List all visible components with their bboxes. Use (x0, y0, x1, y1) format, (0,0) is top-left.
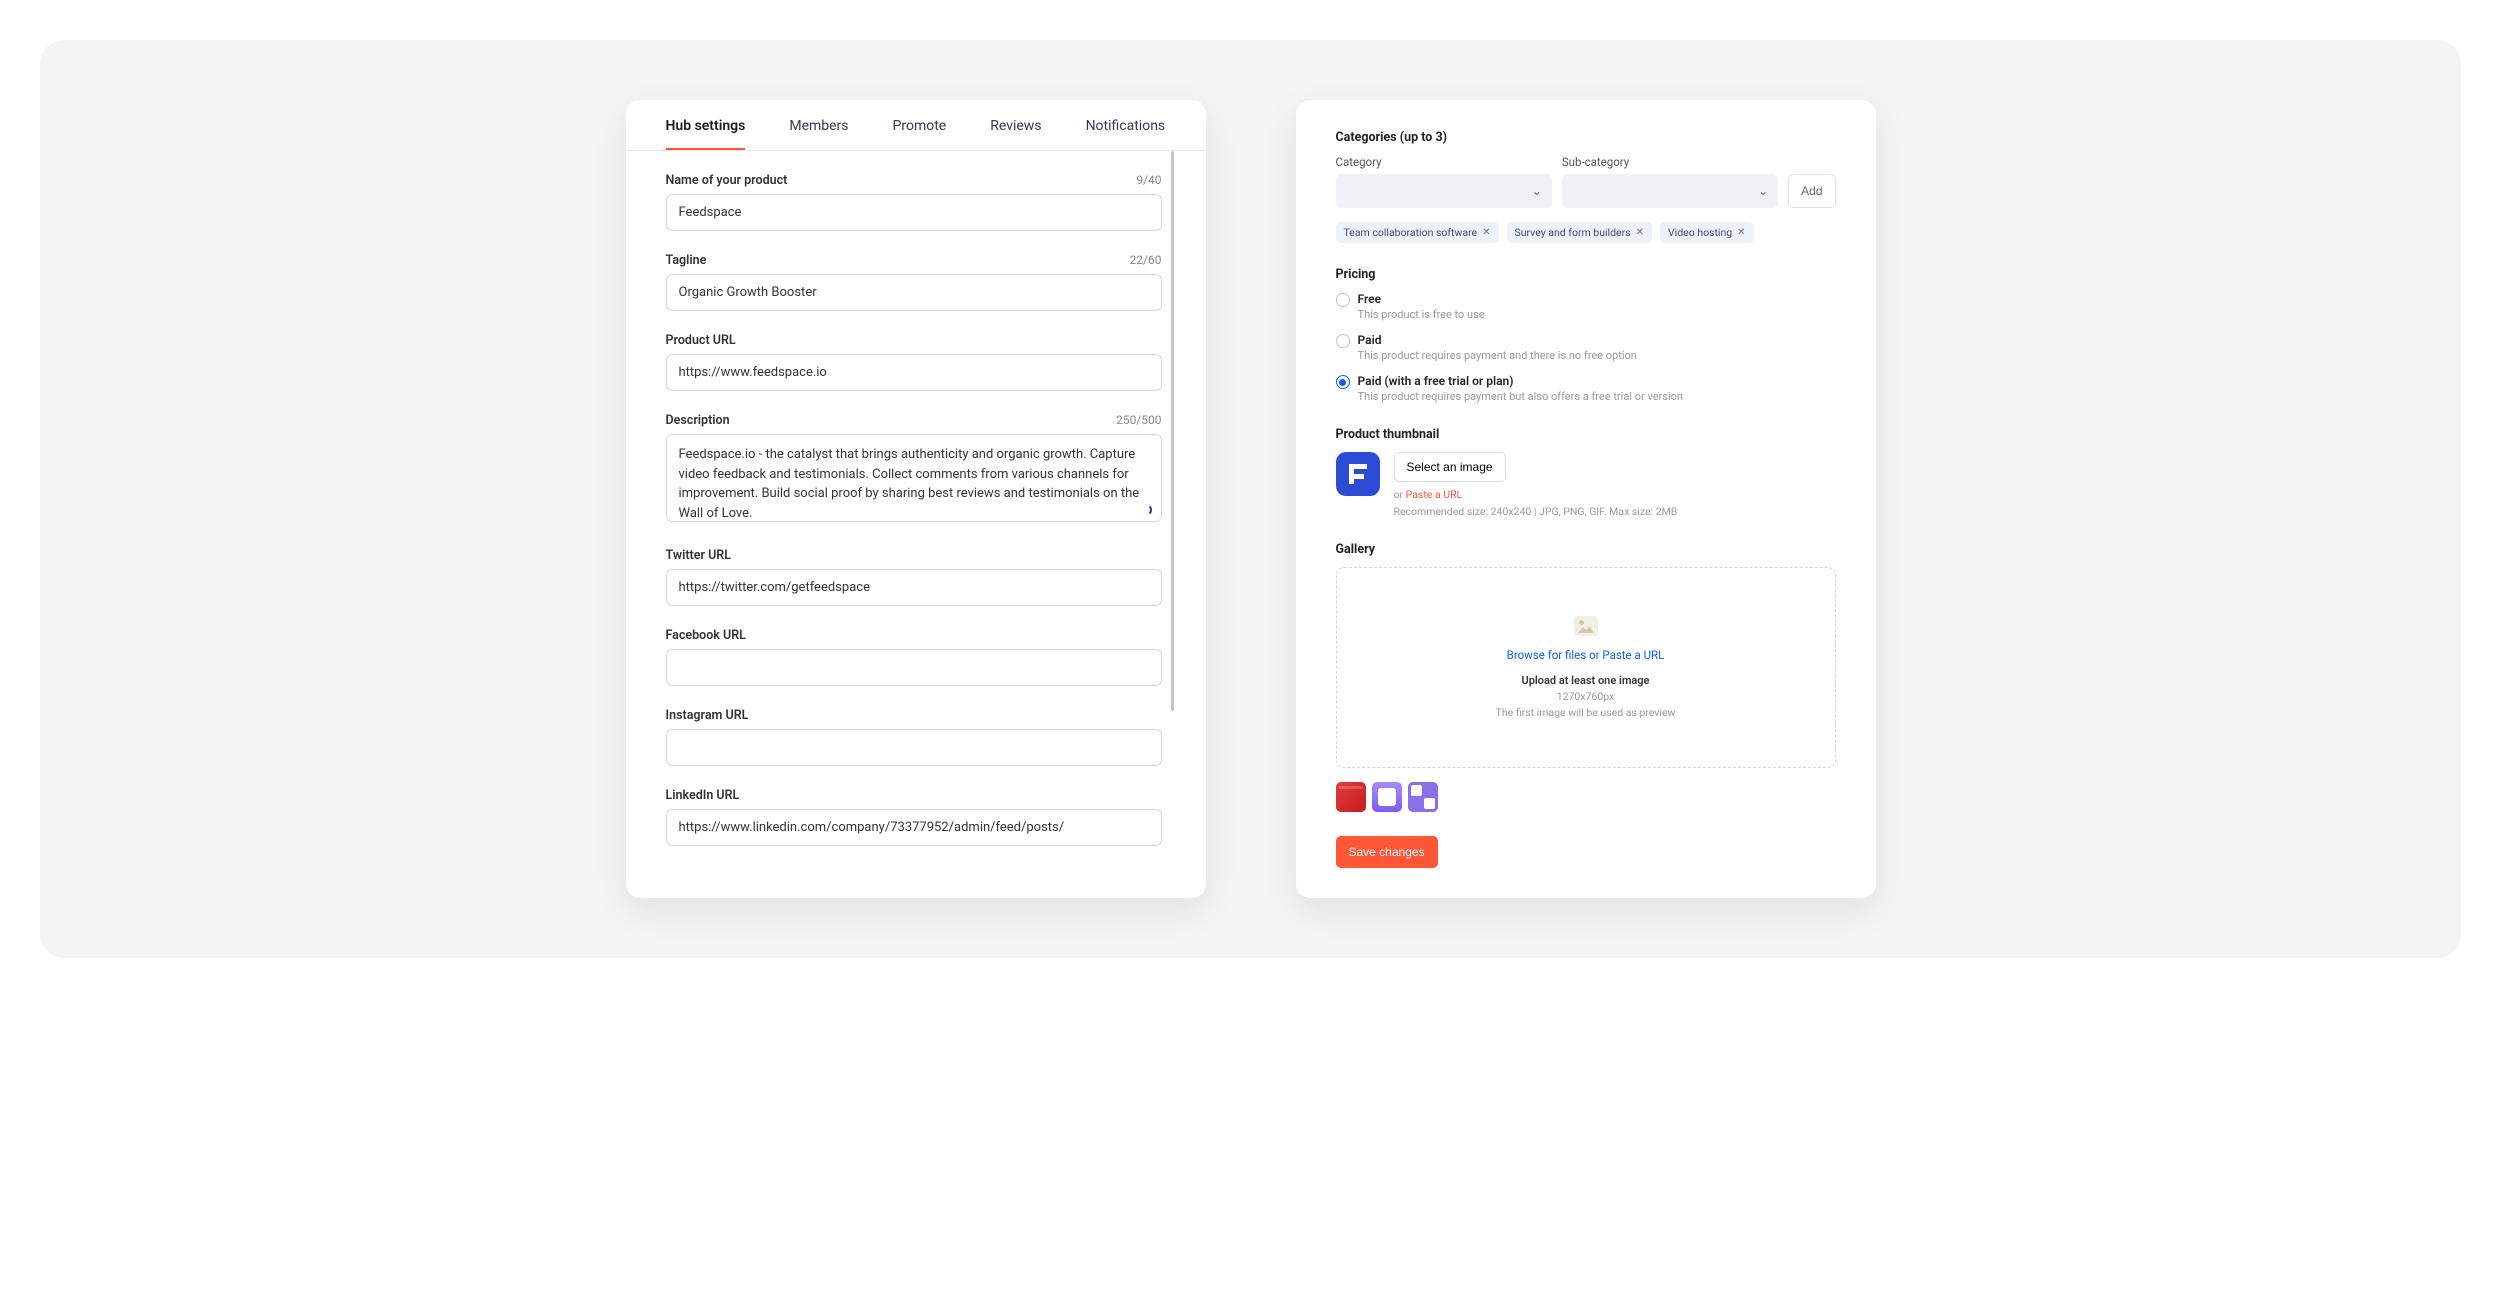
gallery-heading: Gallery (1336, 542, 1836, 557)
product-name-label: Name of your product (666, 173, 788, 188)
browse-files-link[interactable]: Browse for files or Paste a URL (1357, 648, 1815, 662)
product-name-count: 9/40 (1136, 173, 1161, 187)
tab-hub-settings[interactable]: Hub settings (666, 118, 746, 150)
radio-icon (1336, 293, 1350, 307)
thumbnail-hint: Recommended size: 240x240 | JPG, PNG, GI… (1394, 505, 1678, 518)
gallery-dropzone[interactable]: Browse for files or Paste a URL Upload a… (1336, 567, 1836, 768)
subcategory-select[interactable]: ⌄ (1562, 174, 1778, 208)
thumbnail-paste-row: or Paste a URL (1394, 488, 1678, 501)
select-image-button[interactable]: Select an image (1394, 452, 1506, 482)
thumbnail-preview (1336, 452, 1380, 496)
gallery-drop-note: The first image will be used as preview (1357, 706, 1815, 719)
pricing-desc: This product is free to use (1358, 308, 1485, 321)
facebook-url-label: Facebook URL (666, 628, 746, 643)
tab-promote[interactable]: Promote (893, 118, 947, 150)
category-label: Category (1336, 155, 1552, 169)
pricing-label: Paid (1358, 333, 1637, 347)
tab-members[interactable]: Members (789, 118, 848, 150)
chip-remove-icon[interactable]: ✕ (1482, 227, 1490, 238)
gallery-thumbnails (1336, 782, 1836, 812)
gallery-thumb[interactable] (1372, 782, 1402, 812)
categories-heading: Categories (up to 3) (1336, 130, 1836, 145)
thumbnail-heading: Product thumbnail (1336, 427, 1836, 442)
description-textarea[interactable] (666, 434, 1162, 522)
loading-spinner-icon (1140, 504, 1152, 516)
pricing-option-free[interactable]: Free This product is free to use (1336, 292, 1836, 321)
tagline-input[interactable] (666, 274, 1162, 311)
instagram-url-label: Instagram URL (666, 708, 749, 723)
product-url-label: Product URL (666, 333, 736, 348)
facebook-url-input[interactable] (666, 649, 1162, 686)
product-url-input[interactable] (666, 354, 1162, 391)
add-category-button[interactable]: Add (1788, 174, 1835, 208)
chip-remove-icon[interactable]: ✕ (1636, 227, 1644, 238)
category-chip: Team collaboration software✕ (1336, 222, 1499, 243)
radio-icon (1336, 334, 1350, 348)
pricing-label: Paid (with a free trial or plan) (1358, 374, 1683, 388)
tabs-bar: Hub settings Members Promote Reviews Not… (626, 100, 1206, 151)
product-name-input[interactable] (666, 194, 1162, 231)
radio-icon (1336, 375, 1350, 389)
category-chip: Survey and form builders✕ (1507, 222, 1652, 243)
pricing-option-paid-trial[interactable]: Paid (with a free trial or plan) This pr… (1336, 374, 1836, 403)
tagline-label: Tagline (666, 253, 707, 268)
pricing-desc: This product requires payment and there … (1358, 349, 1637, 362)
pricing-label: Free (1358, 292, 1485, 306)
save-changes-button[interactable]: Save changes (1336, 836, 1438, 868)
description-label: Description (666, 413, 730, 428)
pricing-desc: This product requires payment but also o… (1358, 390, 1683, 403)
pricing-heading: Pricing (1336, 267, 1836, 282)
description-count: 250/500 (1116, 413, 1161, 427)
category-select[interactable]: ⌄ (1336, 174, 1552, 208)
category-chip: Video hosting✕ (1660, 222, 1754, 243)
paste-url-link[interactable]: Paste a URL (1406, 488, 1463, 501)
tagline-count: 22/60 (1130, 253, 1162, 267)
gallery-drop-title: Upload at least one image (1357, 674, 1815, 687)
gallery-thumb[interactable] (1336, 782, 1366, 812)
outer-container: Hub settings Members Promote Reviews Not… (40, 40, 2461, 958)
categories-pricing-panel: Categories (up to 3) Category ⌄ Sub-cate… (1296, 100, 1876, 898)
instagram-url-input[interactable] (666, 729, 1162, 766)
chevron-down-icon: ⌄ (1532, 184, 1542, 198)
twitter-url-input[interactable] (666, 569, 1162, 606)
hub-settings-panel: Hub settings Members Promote Reviews Not… (626, 100, 1206, 898)
linkedin-url-input[interactable] (666, 809, 1162, 846)
chevron-down-icon: ⌄ (1758, 184, 1768, 198)
subcategory-label: Sub-category (1562, 155, 1778, 169)
tab-notifications[interactable]: Notifications (1086, 118, 1166, 150)
gallery-thumb[interactable] (1408, 782, 1438, 812)
gallery-drop-size: 1270x760px (1357, 690, 1815, 703)
chip-remove-icon[interactable]: ✕ (1737, 227, 1745, 238)
linkedin-url-label: LinkedIn URL (666, 788, 740, 803)
pricing-option-paid[interactable]: Paid This product requires payment and t… (1336, 333, 1836, 362)
tab-reviews[interactable]: Reviews (990, 118, 1041, 150)
form-scrollbar[interactable] (1171, 151, 1174, 711)
image-placeholder-icon (1574, 616, 1598, 636)
twitter-url-label: Twitter URL (666, 548, 731, 563)
